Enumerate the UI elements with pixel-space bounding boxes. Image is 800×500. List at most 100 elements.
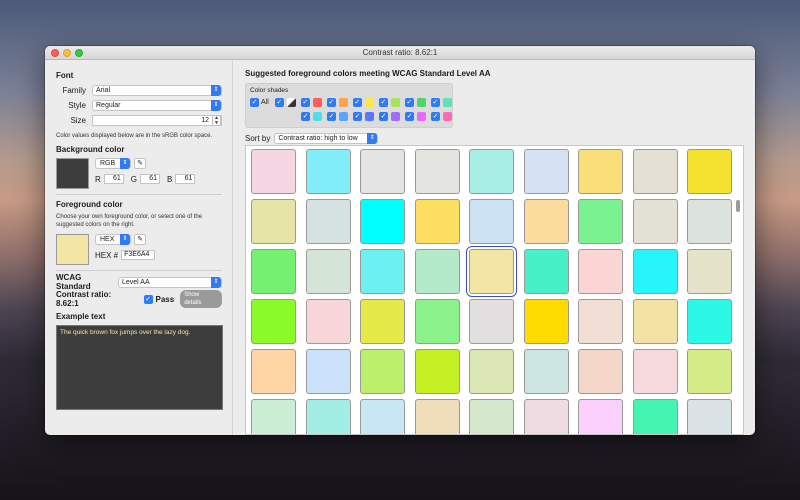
- shade-checkbox[interactable]: ✓: [327, 111, 336, 121]
- color-swatch-cell[interactable]: [414, 299, 460, 344]
- shade-checkbox[interactable]: ✓: [378, 97, 388, 107]
- color-swatch-cell[interactable]: [414, 249, 460, 294]
- color-swatch-cell[interactable]: [469, 199, 514, 244]
- example-text-area[interactable]: The quick brown fox jumps over the lazy …: [56, 325, 223, 410]
- shade-checkbox[interactable]: ✓: [430, 97, 440, 107]
- foreground-swatch[interactable]: [56, 234, 89, 265]
- color-swatch-cell[interactable]: [305, 249, 351, 294]
- color-swatch-cell[interactable]: [687, 149, 732, 194]
- color-swatch-cell[interactable]: [360, 199, 405, 244]
- color-swatch-cell[interactable]: [687, 299, 732, 344]
- shade-checkbox[interactable]: ✓: [431, 111, 440, 121]
- color-swatch-cell[interactable]: [632, 149, 678, 194]
- shade-checkbox[interactable]: ✓: [326, 97, 336, 107]
- color-swatch-cell[interactable]: [251, 249, 296, 294]
- color-swatch-cell[interactable]: [469, 349, 514, 394]
- r-field[interactable]: 61: [103, 174, 124, 184]
- font-heading: Font: [56, 71, 74, 80]
- color-swatch-cell[interactable]: [305, 149, 351, 194]
- shade-checkbox[interactable]: ✓: [301, 111, 310, 121]
- color-swatch-cell[interactable]: [687, 249, 732, 294]
- shade-swatch: [416, 97, 426, 107]
- shade-swatch: [442, 97, 452, 107]
- color-swatch-cell[interactable]: [360, 149, 405, 194]
- divider: [56, 194, 222, 195]
- color-swatch-cell[interactable]: [632, 349, 678, 394]
- color-swatch-cell[interactable]: [523, 299, 569, 344]
- color-swatch-cell[interactable]: [251, 299, 296, 344]
- color-swatch-cell[interactable]: [523, 349, 569, 394]
- color-swatch-cell[interactable]: [632, 199, 678, 244]
- color-swatch-cell[interactable]: [523, 249, 569, 294]
- color-swatch-cell[interactable]: [414, 199, 460, 244]
- background-swatch[interactable]: [56, 158, 89, 189]
- color-swatch-cell[interactable]: [523, 149, 569, 194]
- color-swatch-cell[interactable]: [687, 349, 732, 394]
- shade-checkbox[interactable]: ✓: [353, 111, 362, 121]
- all-shades-checkbox[interactable]: ✓: [250, 97, 259, 107]
- color-swatch-cell[interactable]: [632, 299, 678, 344]
- color-swatch-cell[interactable]: [578, 249, 623, 294]
- sort-select[interactable]: Contrast ratio: high to low ⇕: [274, 133, 379, 144]
- color-swatch-cell[interactable]: [578, 399, 623, 434]
- hex-field[interactable]: F3E6A4: [121, 250, 156, 260]
- color-swatch-cell[interactable]: [578, 349, 623, 394]
- color-swatch-cell[interactable]: [305, 199, 351, 244]
- zoom-button[interactable]: [75, 49, 83, 57]
- shade-checkbox[interactable]: ✓: [352, 97, 362, 107]
- color-swatch-cell[interactable]: [414, 399, 460, 434]
- foreground-mode-select[interactable]: HEX ⇕: [95, 234, 131, 245]
- font-family-select[interactable]: Arial ⇕: [92, 84, 222, 96]
- b-field[interactable]: 61: [175, 174, 196, 184]
- minimize-button[interactable]: [63, 49, 71, 57]
- color-swatch-cell[interactable]: [578, 299, 623, 344]
- color-swatch-cell[interactable]: [305, 399, 351, 434]
- color-swatch-cell[interactable]: [305, 299, 351, 344]
- close-button[interactable]: [51, 49, 59, 57]
- color-swatch-cell[interactable]: [469, 149, 514, 194]
- color-swatch-cell[interactable]: [360, 249, 405, 294]
- color-swatch-cell[interactable]: [251, 349, 296, 394]
- color-swatch-cell[interactable]: [360, 399, 405, 434]
- color-swatch-cell[interactable]: [578, 199, 623, 244]
- color-swatch-cell[interactable]: [523, 199, 569, 244]
- shade-checkbox[interactable]: ✓: [405, 111, 414, 121]
- shade-checkbox[interactable]: ✓: [274, 97, 284, 107]
- color-swatch-cell[interactable]: [632, 249, 678, 294]
- color-swatch-cell[interactable]: [469, 399, 514, 434]
- shade-swatch: [364, 97, 374, 107]
- show-details-button[interactable]: Show details: [180, 290, 222, 308]
- shade-swatch: [365, 111, 374, 121]
- shade-checkbox[interactable]: ✓: [379, 111, 388, 121]
- color-swatch-cell[interactable]: [687, 399, 732, 434]
- background-mode-select[interactable]: RGB ⇕: [95, 158, 131, 169]
- font-size-field[interactable]: 12 ▲ ▼: [92, 114, 222, 126]
- color-swatch-cell[interactable]: [523, 399, 569, 434]
- wcag-level-select[interactable]: Level AA ⇕: [118, 276, 222, 288]
- color-swatch-cell[interactable]: [414, 349, 460, 394]
- example-text: The quick brown fox jumps over the lazy …: [60, 329, 191, 336]
- color-swatch-cell[interactable]: [687, 199, 732, 244]
- eyedropper-icon[interactable]: ✎: [134, 234, 146, 245]
- color-swatch-cell[interactable]: [632, 399, 678, 434]
- srgb-note: Color values displayed below are in the …: [56, 133, 213, 139]
- color-swatch-cell[interactable]: [466, 246, 517, 297]
- color-swatch-cell[interactable]: [251, 399, 296, 434]
- color-swatch-cell[interactable]: [360, 349, 405, 394]
- color-swatch-cell[interactable]: [251, 149, 296, 194]
- color-swatch-cell[interactable]: [414, 149, 460, 194]
- color-swatch-cell[interactable]: [251, 199, 296, 244]
- font-style-select[interactable]: Regular ⇕: [92, 99, 222, 111]
- shade-checkbox[interactable]: ✓: [404, 97, 414, 107]
- color-swatch-cell[interactable]: [578, 149, 623, 194]
- settings-panel: Font Family Arial ⇕ Style Regular ⇕ Size…: [45, 61, 232, 435]
- eyedropper-icon[interactable]: ✎: [134, 158, 146, 169]
- color-swatch-cell[interactable]: [360, 299, 405, 344]
- size-stepper[interactable]: ▲ ▼: [212, 114, 221, 126]
- color-swatch-cell[interactable]: [469, 299, 514, 344]
- g-field[interactable]: 61: [140, 174, 161, 184]
- shade-checkbox[interactable]: ✓: [300, 97, 310, 107]
- color-swatch-cell[interactable]: [305, 349, 351, 394]
- b-label: B: [167, 174, 173, 184]
- scrollbar-thumb[interactable]: [736, 200, 740, 212]
